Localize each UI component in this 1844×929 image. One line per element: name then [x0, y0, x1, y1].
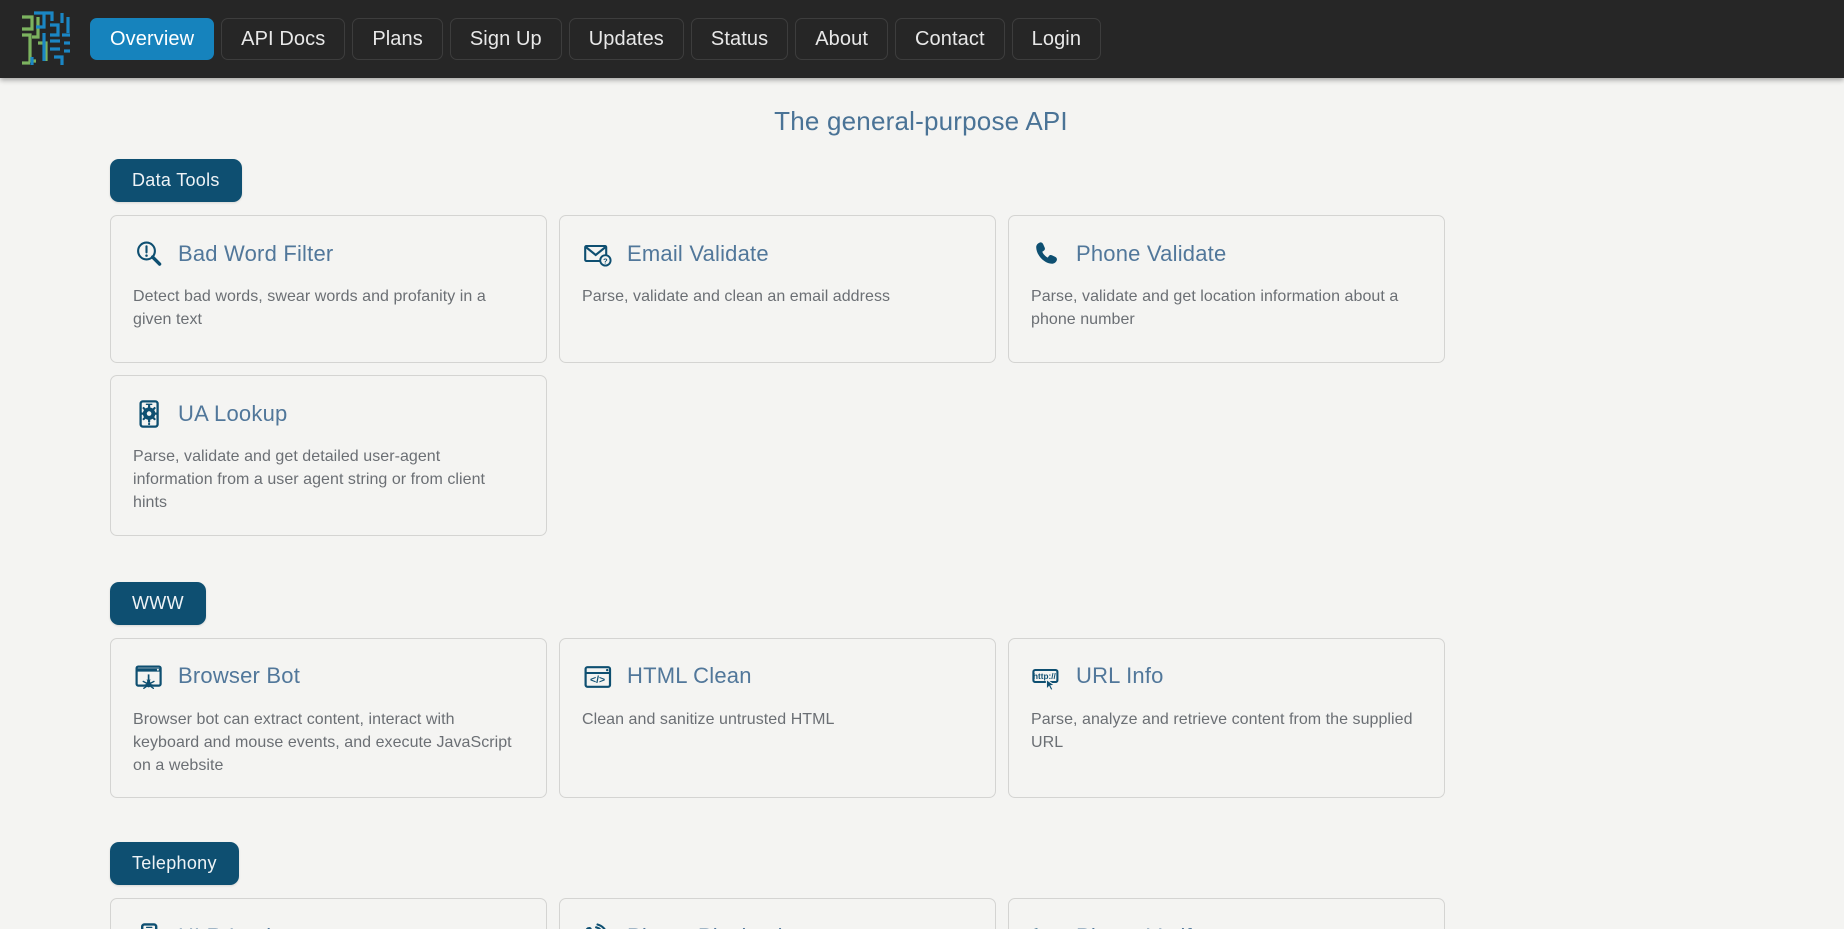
nav-item-plans[interactable]: Plans: [352, 18, 443, 60]
card-header: </> HTML Clean: [582, 661, 973, 693]
nav-item-contact[interactable]: Contact: [895, 18, 1005, 60]
url-cursor-icon: http://: [1031, 661, 1063, 693]
card-title: Bad Word Filter: [178, 240, 334, 266]
card-title: Phone Validate: [1076, 240, 1227, 266]
top-navigation-bar: Overview API Docs Plans Sign Up Updates …: [0, 0, 1844, 78]
section-www: WWW Browser Bot Browser bot can extract …: [0, 581, 1844, 799]
magnifier-alert-icon: [133, 238, 165, 270]
card-header: http:// URL Info: [1031, 661, 1422, 693]
card-description: Detect bad words, swear words and profan…: [133, 288, 486, 329]
circuit-logo[interactable]: [18, 11, 72, 67]
phone-handset-icon: [1031, 238, 1063, 270]
card-grid-telephony: HLR Lookup Connect to the global mobile …: [110, 898, 1734, 929]
card-ua-lookup[interactable]: UA Lookup Parse, validate and get detail…: [110, 375, 547, 536]
nav-item-login[interactable]: Login: [1011, 18, 1102, 60]
card-title: HTML Clean: [627, 663, 752, 689]
envelope-question-icon: ?: [582, 238, 614, 270]
card-browser-bot[interactable]: Browser Bot Browser bot can extract cont…: [110, 637, 547, 799]
card-description: Parse, analyze and retrieve content from…: [1031, 710, 1413, 751]
nav-item-updates[interactable]: Updates: [568, 18, 684, 60]
phone-waves-icon: [582, 921, 614, 929]
card-phone-playback[interactable]: Phone Playback Make an automated call to…: [559, 898, 996, 929]
card-title: URL Info: [1076, 663, 1164, 689]
section-telephony: Telephony HLR Lookup Connect to the glob…: [0, 842, 1844, 929]
card-title: Browser Bot: [178, 663, 301, 689]
card-description: Parse, validate and get location informa…: [1031, 288, 1399, 329]
card-phone-verify[interactable]: 123 Phone Verify Make an automated call …: [1008, 898, 1445, 929]
card-description: Browser bot can extract content, interac…: [133, 710, 512, 774]
card-grid-data-tools: Bad Word Filter Detect bad words, swear …: [110, 215, 1734, 536]
nav-item-sign-up[interactable]: Sign Up: [449, 18, 562, 60]
browser-code-icon: </>: [582, 661, 614, 693]
card-hlr-lookup[interactable]: HLR Lookup Connect to the global mobile …: [110, 898, 547, 929]
card-header: Phone Validate: [1031, 238, 1422, 270]
card-header: HLR Lookup: [133, 921, 524, 929]
card-description: Clean and sanitize untrusted HTML: [582, 710, 835, 728]
card-header: ? Email Validate: [582, 238, 973, 270]
card-description: Parse, validate and clean an email addre…: [582, 288, 891, 305]
nav-item-about[interactable]: About: [795, 18, 888, 60]
mobile-phone-icon: [133, 921, 165, 929]
nav-item-overview[interactable]: Overview: [90, 18, 215, 60]
card-grid-www: Browser Bot Browser bot can extract cont…: [110, 637, 1734, 799]
card-header: Phone Playback: [582, 921, 973, 929]
card-html-clean[interactable]: </> HTML Clean Clean and sanitize untrus…: [559, 637, 996, 799]
card-title: UA Lookup: [178, 400, 288, 426]
section-badge-telephony: Telephony: [110, 842, 239, 886]
nav-item-status[interactable]: Status: [690, 18, 789, 60]
card-header: UA Lookup: [133, 398, 524, 430]
card-title: Phone Verify: [1076, 924, 1203, 929]
browser-spider-icon: [133, 661, 165, 693]
section-badge-data-tools: Data Tools: [110, 159, 242, 202]
svg-text:?: ?: [603, 256, 608, 265]
card-description: Parse, validate and get detailed user-ag…: [133, 448, 486, 512]
page-content: The general-purpose API Data Tools Bad W…: [0, 78, 1844, 929]
section-badge-www: WWW: [110, 581, 206, 625]
card-title: HLR Lookup: [178, 924, 302, 929]
card-url-info[interactable]: http:// URL Info Parse, analyze and retr…: [1008, 637, 1445, 799]
card-header: 123 Phone Verify: [1031, 921, 1422, 929]
svg-text:</>: </>: [590, 674, 605, 686]
phone-gear-icon: [133, 398, 165, 430]
svg-text:http://: http://: [1033, 672, 1056, 681]
card-phone-validate[interactable]: Phone Validate Parse, validate and get l…: [1008, 215, 1445, 363]
card-email-validate[interactable]: ? Email Validate Parse, validate and cle…: [559, 215, 996, 363]
section-data-tools: Data Tools Bad Word Filter Detect bad wo…: [0, 159, 1844, 536]
phone-123-icon: 123: [1031, 921, 1063, 929]
nav-item-api-docs[interactable]: API Docs: [221, 18, 346, 60]
card-header: Browser Bot: [133, 661, 524, 693]
card-header: Bad Word Filter: [133, 238, 524, 270]
card-title: Email Validate: [627, 240, 769, 266]
page-title: The general-purpose API: [774, 106, 1068, 136]
card-title: Phone Playback: [627, 924, 789, 929]
card-bad-word-filter[interactable]: Bad Word Filter Detect bad words, swear …: [110, 215, 547, 363]
